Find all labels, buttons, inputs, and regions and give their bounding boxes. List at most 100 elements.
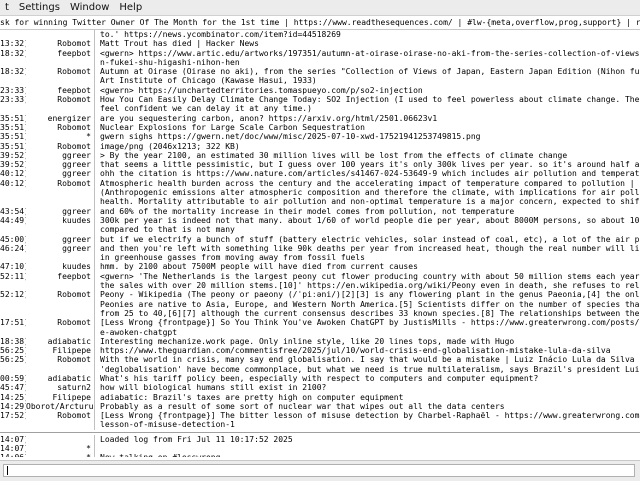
message-text: to.' https://news.ycombinator.com/item?i… — [100, 30, 341, 39]
nick[interactable]: feepbot — [26, 86, 94, 95]
nick[interactable] — [26, 309, 94, 318]
timestamp: 56:25] — [0, 346, 26, 356]
timestamp: 35:51] — [0, 113, 26, 123]
timestamp: 14:07] — [0, 444, 26, 454]
nick[interactable]: adiabatic — [26, 374, 94, 383]
message-input[interactable] — [3, 464, 635, 477]
chat-line: health. Mortality attributable to air po… — [0, 197, 640, 207]
chat-line: 35:51]energizer are you sequestering carb… — [0, 113, 640, 123]
chat-line: Peonies are native to Asia, Europe, and … — [0, 299, 640, 309]
chat-line: 39:52]ggreer > By the year 2100, an estim… — [0, 150, 640, 161]
timestamp: 45:47] — [0, 383, 26, 393]
chat-line: 52:12]Robomot Peony - Wikipedia (The peon… — [0, 290, 640, 300]
nick[interactable]: * — [26, 132, 94, 141]
chat-line: the sales with over 20 million stems.[10… — [0, 281, 640, 291]
nick[interactable]: Robomot — [26, 123, 94, 132]
timestamp: 17:52] — [0, 411, 26, 421]
message-text: How You Can Easily Delay Climate Change … — [100, 95, 640, 105]
nick[interactable] — [26, 365, 94, 374]
message-text: Matt Trout has died | Hacker News — [100, 39, 259, 49]
nick[interactable] — [26, 420, 94, 429]
nick[interactable] — [26, 328, 94, 337]
chat-line: 23:33]Robomot How You Can Easily Delay Cl… — [0, 95, 640, 105]
nick[interactable]: feepbot — [26, 272, 94, 281]
timestamp — [0, 365, 26, 374]
message-text: n-fukei-shu-higashi-nihon-hen — [100, 57, 240, 67]
timestamp — [0, 309, 26, 318]
menu-item-settings[interactable]: Settings — [14, 2, 65, 13]
nick[interactable] — [26, 253, 94, 262]
nick[interactable]: Robomot — [26, 179, 94, 188]
timestamp: 47:10] — [0, 262, 26, 272]
nick[interactable]: feepbot — [26, 49, 94, 58]
nick[interactable]: Robomot — [26, 142, 94, 151]
nick[interactable] — [26, 281, 94, 290]
chat-line: 00:59]adiabatic What's his tariff policy … — [0, 373, 640, 384]
chat-line: e-awoken-chatgpt — [0, 327, 640, 337]
chat-line: 14:29]Oborot/Arcturus Probably as a resul… — [0, 401, 640, 412]
nick[interactable]: ggreer — [26, 151, 94, 160]
channel-topic[interactable]: sk for winning Twitter Owner Of The Mont… — [0, 16, 640, 30]
nick[interactable]: Filipepe — [26, 393, 94, 402]
message-text — [97, 444, 640, 453]
nick[interactable]: * — [26, 444, 94, 453]
message-text: [Less Wrong {frontpage}] The bitter less… — [100, 411, 640, 421]
nick[interactable]: Robomot — [26, 411, 94, 420]
chat-log[interactable]: to.' https://news.ycombinator.com/item?i… — [0, 30, 640, 457]
nick[interactable] — [26, 435, 94, 444]
message-text: <gwern> https://unchartedterritories.tom… — [100, 85, 423, 95]
message-text: the sales with over 20 million stems.[10… — [100, 281, 640, 291]
nick[interactable]: ggreer — [26, 235, 94, 244]
nick[interactable]: Oborot/Arcturus — [26, 402, 94, 411]
chat-line: 17:51]Robomot [Less Wrong {frontpage}] So… — [0, 318, 640, 328]
input-bar — [0, 460, 640, 481]
nick[interactable]: Robomot — [26, 318, 94, 327]
chat-line: n-fukei-shu-higashi-nihon-hen — [0, 57, 640, 68]
menu-item-file[interactable]: t — [0, 2, 14, 13]
nick[interactable]: energizer — [26, 114, 94, 123]
timestamp: 40:12] — [0, 178, 26, 188]
nick[interactable]: Robomot — [26, 39, 94, 48]
timestamp: 14:25] — [0, 392, 26, 402]
timestamp: 40:12] — [0, 169, 26, 179]
message-text: from 25 to 40,[6][7] although the curren… — [100, 308, 640, 318]
chat-line: from 25 to 40,[6][7] although the curren… — [0, 308, 640, 319]
timestamp: 23:33] — [0, 95, 26, 105]
menu-item-help[interactable]: Help — [114, 2, 147, 13]
nick[interactable] — [26, 300, 94, 309]
nick[interactable] — [26, 76, 94, 85]
nick[interactable] — [26, 188, 94, 197]
nick[interactable] — [26, 197, 94, 206]
nick[interactable]: ggreer — [26, 169, 94, 178]
nick[interactable]: Robomot — [26, 95, 94, 104]
nick[interactable]: Robomot — [26, 355, 94, 364]
nick[interactable] — [26, 104, 94, 113]
nick[interactable] — [26, 30, 94, 39]
nick[interactable]: ggreer — [26, 207, 94, 216]
chat-line: 40:12]ggreer ohh the citation is https://… — [0, 169, 640, 179]
chat-line: feel confident we can delay it at any ti… — [0, 104, 640, 114]
chat-line: 56:25]Filipepe https://www.theguardian.co… — [0, 346, 640, 356]
nick[interactable]: * — [26, 453, 94, 457]
chat-line: 45:47]saturn2 how will biological humans … — [0, 383, 640, 393]
nick[interactable]: kuudes — [26, 262, 94, 271]
chat-line: Art Institute of Chicago (Kawase Hasui, … — [0, 76, 640, 86]
nick[interactable]: ggreer — [26, 244, 94, 253]
message-text: compared to that is not many — [100, 225, 235, 235]
nick[interactable]: adiabatic — [26, 337, 94, 346]
nick[interactable] — [26, 58, 94, 67]
timestamp — [0, 58, 26, 67]
timestamp: 39:52] — [0, 150, 26, 160]
nick[interactable]: Robomot — [26, 67, 94, 76]
message-text: Loaded log from Fri Jul 11 10:17:52 2025 — [100, 434, 293, 444]
nick[interactable]: saturn2 — [26, 383, 94, 392]
nick[interactable]: ggreer — [26, 160, 94, 169]
timestamp: 35:51] — [0, 122, 26, 132]
timestamp — [0, 76, 26, 85]
timestamp: 00:59] — [0, 373, 26, 383]
nick[interactable]: kuudes — [26, 216, 94, 225]
nick[interactable]: Robomot — [26, 290, 94, 299]
nick[interactable]: Filipepe — [26, 346, 94, 355]
nick[interactable] — [26, 225, 94, 234]
menu-item-window[interactable]: Window — [65, 2, 114, 13]
